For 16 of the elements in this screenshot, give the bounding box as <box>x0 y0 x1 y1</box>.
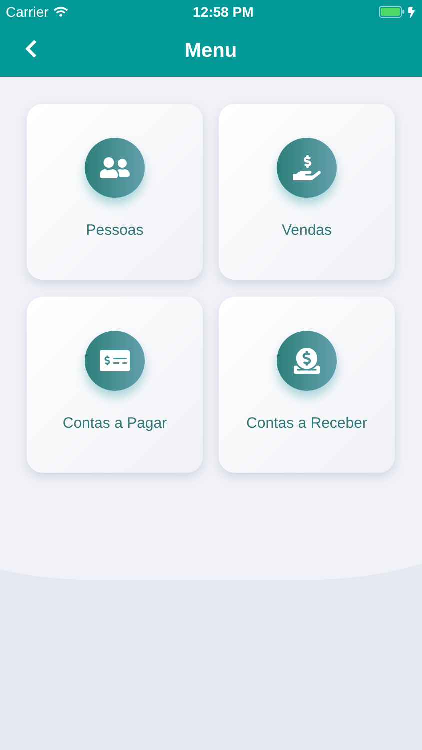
menu-card[interactable]: Vendas <box>219 104 395 280</box>
hand-dollar-icon <box>293 154 321 182</box>
wifi-icon <box>54 5 68 19</box>
menu-card[interactable]: Contas a Pagar <box>27 297 203 473</box>
menu-label: Contas a Pagar <box>62 414 168 434</box>
carrier-label: Carrier <box>6 2 49 22</box>
header-title: Menu <box>184 38 238 64</box>
menu-label: Vendas <box>282 221 332 241</box>
battery-icon <box>378 6 405 18</box>
menu-label: Pessoas <box>86 221 144 241</box>
menu-card[interactable]: Pessoas <box>27 104 203 280</box>
status-time: 12:58 PM <box>193 2 254 22</box>
menu-card[interactable]: Contas a Receber <box>219 297 395 473</box>
dollar-coin-icon <box>294 348 320 374</box>
charging-icon <box>406 6 416 18</box>
menu-label: Contas a Receber <box>246 414 368 434</box>
